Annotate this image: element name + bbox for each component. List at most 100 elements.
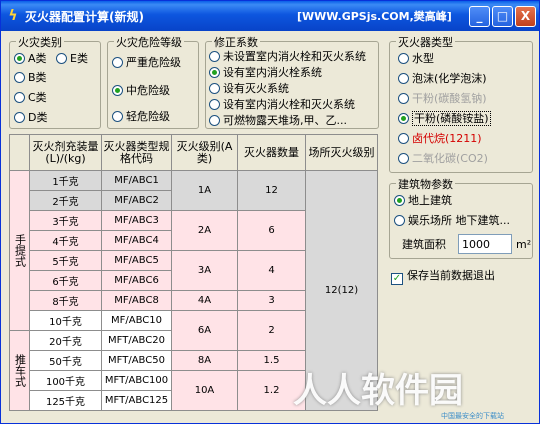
radio-icon <box>394 195 405 206</box>
group-label-portable: 手提式 <box>9 170 30 331</box>
code-cell: MFT/ABC20 <box>101 330 172 351</box>
code-cell: MFT/ABC125 <box>101 390 172 411</box>
radio-icon <box>14 53 25 64</box>
building-underground-radio[interactable]: 娱乐场所 地下建筑... <box>394 214 510 228</box>
app-window: ϟ 灭火器配置计算(新规) [WWW.GPSjs.COM,樊高峰] _ □ X … <box>0 0 540 424</box>
amount-cell: 4千克 <box>29 230 102 251</box>
level-cell: 4A <box>171 290 238 311</box>
count-cell: 12 <box>237 170 306 211</box>
count-cell: 4 <box>237 250 306 291</box>
hazard-legend: 火灾危险等级 <box>114 34 184 50</box>
correction-option-2[interactable]: 设有室内消火栓系统 <box>209 66 322 80</box>
radio-icon <box>398 73 409 84</box>
header-code: 灭火器类型规格代码 <box>101 134 172 171</box>
amount-cell: 100千克 <box>29 370 102 391</box>
minimize-button[interactable]: _ <box>469 6 490 27</box>
fire-class-legend: 火灾类别 <box>16 34 64 50</box>
window-site-text: [WWW.GPSjs.COM,樊高峰] <box>297 10 452 23</box>
code-cell: MF/ABC2 <box>101 190 172 211</box>
header-corner <box>9 134 30 171</box>
fire-class-e-radio[interactable]: E类 <box>56 52 88 66</box>
code-cell: MF/ABC6 <box>101 270 172 291</box>
header-level: 灭火级别(A类) <box>171 134 238 171</box>
level-cell: 8A <box>171 350 238 371</box>
amount-cell: 3千克 <box>29 210 102 231</box>
amount-cell: 1千克 <box>29 170 102 191</box>
level-cell: 1A <box>171 170 238 211</box>
correction-group: 修正系数 未设置室内消火栓和灭火系统 设有室内消火栓系统 设有灭火系统 设有室内… <box>205 34 379 129</box>
fire-class-b-radio[interactable]: B类 <box>14 71 47 85</box>
radio-icon <box>112 57 123 68</box>
header-site-level: 场所灭火级别 <box>305 134 378 171</box>
amount-cell: 8千克 <box>29 290 102 311</box>
maximize-button[interactable]: □ <box>492 6 513 27</box>
amount-cell: 125千克 <box>29 390 102 411</box>
header-amount: 灭火剂充装量(L)/(kg) <box>29 134 102 171</box>
radio-icon <box>14 92 25 103</box>
radio-icon <box>398 113 409 124</box>
fire-class-group: 火灾类别 A类 E类 B类 C类 D类 <box>9 34 101 129</box>
count-cell: 6 <box>237 210 306 251</box>
group-label-cart: 推车式 <box>9 330 30 411</box>
radio-icon <box>398 93 409 104</box>
count-cell: 2 <box>237 310 306 351</box>
watermark-text: 人人软件园 <box>293 371 463 411</box>
title-bar[interactable]: ϟ 灭火器配置计算(新规) [WWW.GPSjs.COM,樊高峰] _ □ X <box>1 1 539 31</box>
correction-option-5[interactable]: 可燃物露天堆场,甲、乙... <box>209 114 347 128</box>
amount-cell: 10千克 <box>29 310 102 331</box>
correction-option-3[interactable]: 设有灭火系统 <box>209 82 289 96</box>
amount-cell: 2千克 <box>29 190 102 211</box>
hazard-light-radio[interactable]: 轻危险级 <box>112 110 170 124</box>
area-input[interactable] <box>458 234 512 254</box>
code-cell: MF/ABC10 <box>101 310 172 331</box>
building-legend: 建筑物参数 <box>396 176 455 192</box>
hazard-severe-radio[interactable]: 严重危险级 <box>112 56 181 70</box>
amount-cell: 50千克 <box>29 350 102 371</box>
code-cell: MF/ABC1 <box>101 170 172 191</box>
radio-icon <box>14 112 25 123</box>
type-foam-radio[interactable]: 泡沫(化学泡沫) <box>398 72 487 86</box>
correction-option-1[interactable]: 未设置室内消火栓和灭火系统 <box>209 50 366 64</box>
fire-class-d-radio[interactable]: D类 <box>14 111 47 125</box>
extinguisher-type-group: 灭火器类型 水型 泡沫(化学泡沫) 干粉(碳酸氢钠) 干粉(磷酸铵盐) 卤代烷(… <box>389 34 533 173</box>
level-cell: 3A <box>171 250 238 291</box>
code-cell: MFT/ABC100 <box>101 370 172 391</box>
area-label: 建筑面积 <box>402 238 446 251</box>
type-powder-abc-radio[interactable]: 干粉(磷酸铵盐) <box>398 111 491 126</box>
level-cell: 2A <box>171 210 238 251</box>
hazard-group: 火灾危险等级 严重危险级 中危险级 轻危险级 <box>107 34 199 129</box>
type-halon-radio[interactable]: 卤代烷(1211) <box>398 132 482 146</box>
correction-option-4[interactable]: 设有室内消火栓和灭火系统 <box>209 98 355 112</box>
fire-class-c-radio[interactable]: C类 <box>14 91 47 105</box>
count-cell: 3 <box>237 290 306 311</box>
code-cell: MF/ABC4 <box>101 230 172 251</box>
save-checkbox[interactable]: ✓ 保存当前数据退出 <box>391 269 495 285</box>
building-above-ground-radio[interactable]: 地上建筑 <box>394 194 452 208</box>
radio-icon <box>56 53 67 64</box>
radio-icon <box>14 72 25 83</box>
radio-icon <box>112 111 123 122</box>
close-button[interactable]: X <box>515 6 536 27</box>
radio-icon <box>398 153 409 164</box>
fire-class-a-radio[interactable]: A类 <box>14 52 47 66</box>
area-unit: m² <box>516 238 532 251</box>
header-count: 灭火器数量 <box>237 134 306 171</box>
radio-icon <box>394 215 405 226</box>
radio-icon <box>209 115 220 126</box>
app-icon: ϟ <box>8 8 18 24</box>
radio-icon <box>209 99 220 110</box>
type-water-radio[interactable]: 水型 <box>398 52 434 66</box>
code-cell: MFT/ABC50 <box>101 350 172 371</box>
table-row[interactable]: 手提式 1千克 MF/ABC1 1A 12 12(12) <box>9 170 378 411</box>
hazard-medium-radio[interactable]: 中危险级 <box>112 84 170 98</box>
window-title: 灭火器配置计算(新规) <box>25 10 144 24</box>
level-cell: 10A <box>171 370 238 411</box>
amount-cell: 5千克 <box>29 250 102 271</box>
correction-legend: 修正系数 <box>212 34 260 50</box>
checkmark-icon: ✓ <box>391 273 403 285</box>
type-powder-bc-radio[interactable]: 干粉(碳酸氢钠) <box>398 92 487 106</box>
type-co2-radio[interactable]: 二氧化碳(CO2) <box>398 152 488 166</box>
watermark-subtext: 中国最安全的下载站 <box>441 412 504 420</box>
radio-icon <box>209 51 220 62</box>
radio-icon <box>398 133 409 144</box>
